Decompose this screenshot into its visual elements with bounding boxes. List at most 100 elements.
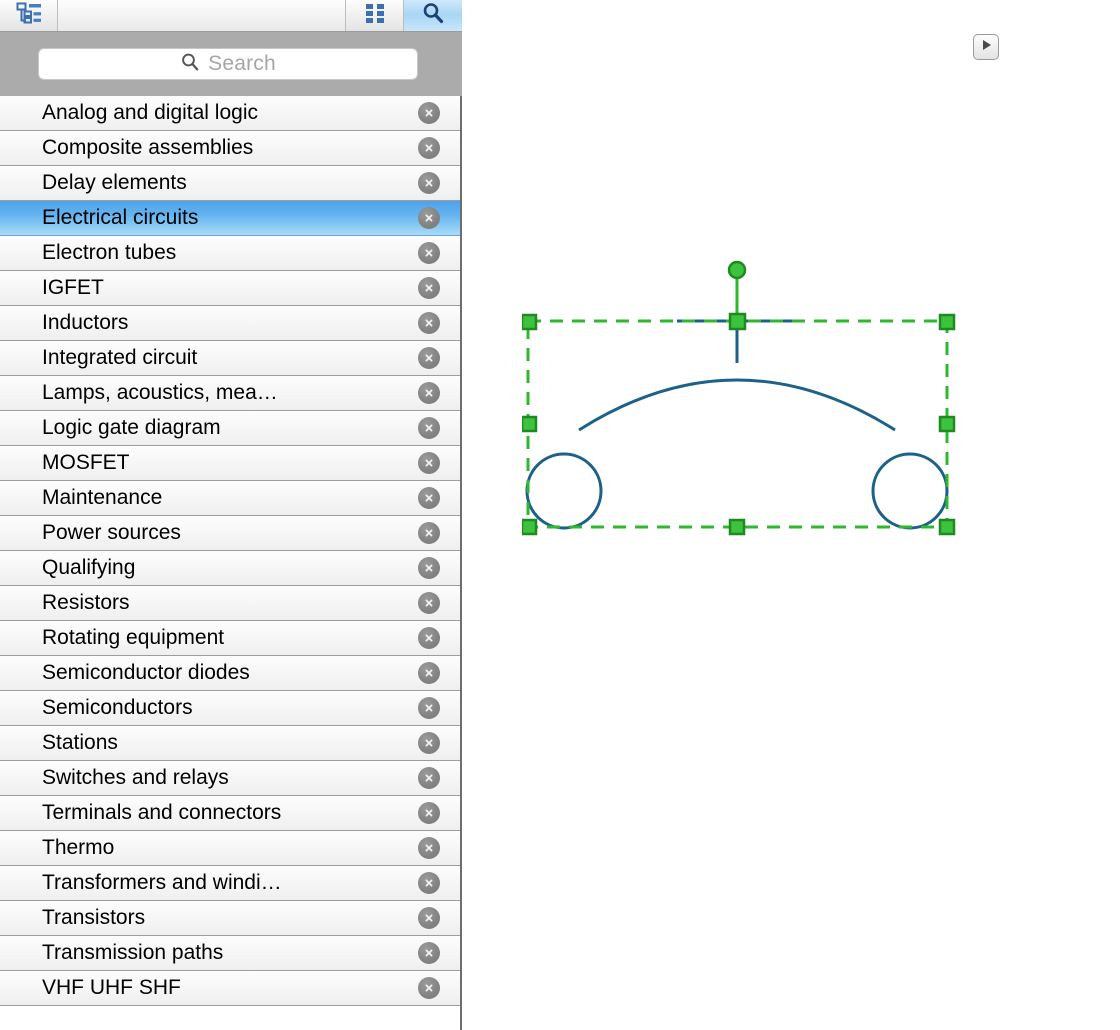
remove-circle-icon[interactable] — [418, 767, 440, 789]
list-item[interactable]: Analog and digital logic — [0, 96, 460, 131]
remove-circle-icon[interactable] — [418, 382, 440, 404]
remove-circle-icon[interactable] — [418, 837, 440, 859]
hierarchy-outline-icon — [16, 2, 42, 29]
selected-shape-group[interactable] — [522, 255, 1022, 545]
list-item[interactable]: Switches and relays — [0, 761, 460, 796]
remove-circle-icon[interactable] — [418, 697, 440, 719]
list-item-label: Composite assemblies — [42, 136, 254, 159]
list-item-label: Power sources — [42, 521, 181, 544]
list-item-label: Integrated circuit — [42, 346, 198, 369]
remove-circle-icon[interactable] — [418, 802, 440, 824]
remove-circle-icon[interactable] — [418, 487, 440, 509]
list-item-label: Thermo — [42, 836, 115, 859]
list-item[interactable]: Stations — [0, 726, 460, 761]
remove-circle-icon[interactable] — [418, 872, 440, 894]
remove-circle-icon[interactable] — [418, 557, 440, 579]
list-item-label: Delay elements — [42, 171, 187, 194]
list-item[interactable]: Logic gate diagram — [0, 411, 460, 446]
remove-circle-icon[interactable] — [418, 662, 440, 684]
remove-circle-icon[interactable] — [418, 907, 440, 929]
list-item[interactable]: Rotating equipment — [0, 621, 460, 656]
list-item[interactable]: Integrated circuit — [0, 341, 460, 376]
remove-circle-icon[interactable] — [418, 977, 440, 999]
list-item-label: VHF UHF SHF — [42, 976, 181, 999]
list-item[interactable]: Semiconductors — [0, 691, 460, 726]
list-item-label: Maintenance — [42, 486, 163, 509]
list-item[interactable]: MOSFET — [0, 446, 460, 481]
resize-handle-top-left[interactable] — [522, 313, 538, 331]
shape-options-button[interactable] — [973, 34, 999, 60]
remove-circle-icon[interactable] — [418, 592, 440, 614]
shape-library-panel: Search Analog and digital logic Composite… — [0, 0, 462, 1030]
list-item-label: Analog and digital logic — [42, 101, 258, 124]
library-toolbar — [0, 0, 462, 32]
list-item[interactable]: Semiconductor diodes — [0, 656, 460, 691]
list-item[interactable]: IGFET — [0, 271, 460, 306]
remove-circle-icon[interactable] — [418, 137, 440, 159]
search-view-button[interactable] — [404, 0, 462, 31]
resize-handle-top-right[interactable] — [938, 313, 956, 331]
search-input[interactable]: Search — [38, 48, 418, 80]
remove-circle-icon[interactable] — [418, 242, 440, 264]
hierarchy-view-button[interactable] — [0, 0, 58, 31]
list-item[interactable]: Transmission paths — [0, 936, 460, 971]
list-item-label: Logic gate diagram — [42, 416, 221, 439]
list-item-label: Resistors — [42, 591, 130, 614]
resize-handle-bottom-center[interactable] — [728, 518, 746, 536]
search-row: Search — [0, 32, 462, 96]
list-item[interactable]: Power sources — [0, 516, 460, 551]
remove-circle-icon[interactable] — [418, 102, 440, 124]
list-item[interactable]: Thermo — [0, 831, 460, 866]
remove-circle-icon[interactable] — [418, 452, 440, 474]
list-item-label: Semiconductor diodes — [42, 661, 250, 684]
list-item[interactable]: Qualifying — [0, 551, 460, 586]
remove-circle-icon[interactable] — [418, 732, 440, 754]
list-item-label: MOSFET — [42, 451, 130, 474]
remove-circle-icon[interactable] — [418, 312, 440, 334]
remove-circle-icon[interactable] — [418, 207, 440, 229]
remove-circle-icon[interactable] — [418, 942, 440, 964]
remove-circle-icon[interactable] — [418, 417, 440, 439]
list-item-label: Electron tubes — [42, 241, 177, 264]
list-item-label: Inductors — [42, 311, 129, 334]
list-item[interactable]: Maintenance — [0, 481, 460, 516]
resize-handle-middle-left[interactable] — [522, 415, 538, 433]
resize-handle-bottom-right[interactable] — [938, 518, 956, 536]
list-item[interactable]: Electron tubes — [0, 236, 460, 271]
play-triangle-icon — [979, 38, 993, 57]
list-item-label: Qualifying — [42, 556, 136, 579]
list-item[interactable]: Terminals and connectors — [0, 796, 460, 831]
list-item[interactable]: Delay elements — [0, 166, 460, 201]
list-item[interactable]: VHF UHF SHF — [0, 971, 460, 1006]
grid-view-icon — [364, 2, 386, 29]
search-icon — [421, 1, 445, 30]
remove-circle-icon[interactable] — [418, 627, 440, 649]
list-item[interactable]: Resistors — [0, 586, 460, 621]
rotation-handle[interactable] — [727, 260, 747, 280]
remove-circle-icon[interactable] — [418, 277, 440, 299]
list-item-label: Rotating equipment — [42, 626, 225, 649]
list-item[interactable]: Lamps, acoustics, mea… — [0, 376, 460, 411]
category-list[interactable]: Analog and digital logic Composite assemb… — [0, 96, 460, 1030]
list-item[interactable]: Inductors — [0, 306, 460, 341]
list-item-label: Transmission paths — [42, 941, 224, 964]
remove-circle-icon[interactable] — [418, 522, 440, 544]
list-item[interactable]: Electrical circuits — [0, 201, 460, 236]
list-item-label: Terminals and connectors — [42, 801, 282, 824]
diagram-canvas[interactable] — [462, 0, 1120, 1030]
list-item[interactable]: Composite assemblies — [0, 131, 460, 166]
list-item[interactable]: Transformers and windi… — [0, 866, 460, 901]
list-item-label: Electrical circuits — [42, 206, 199, 229]
search-icon — [180, 52, 200, 77]
toolbar-empty-area — [58, 0, 346, 31]
list-item-label: Transformers and windi… — [42, 871, 282, 894]
list-item-label: Switches and relays — [42, 766, 229, 789]
grid-view-button[interactable] — [346, 0, 404, 31]
resize-handle-top-center[interactable] — [728, 312, 747, 331]
resize-handle-middle-right[interactable] — [938, 415, 956, 433]
remove-circle-icon[interactable] — [418, 347, 440, 369]
resize-handle-bottom-left[interactable] — [522, 518, 538, 536]
remove-circle-icon[interactable] — [418, 172, 440, 194]
list-item[interactable]: Transistors — [0, 901, 460, 936]
shape-arc — [578, 378, 896, 432]
